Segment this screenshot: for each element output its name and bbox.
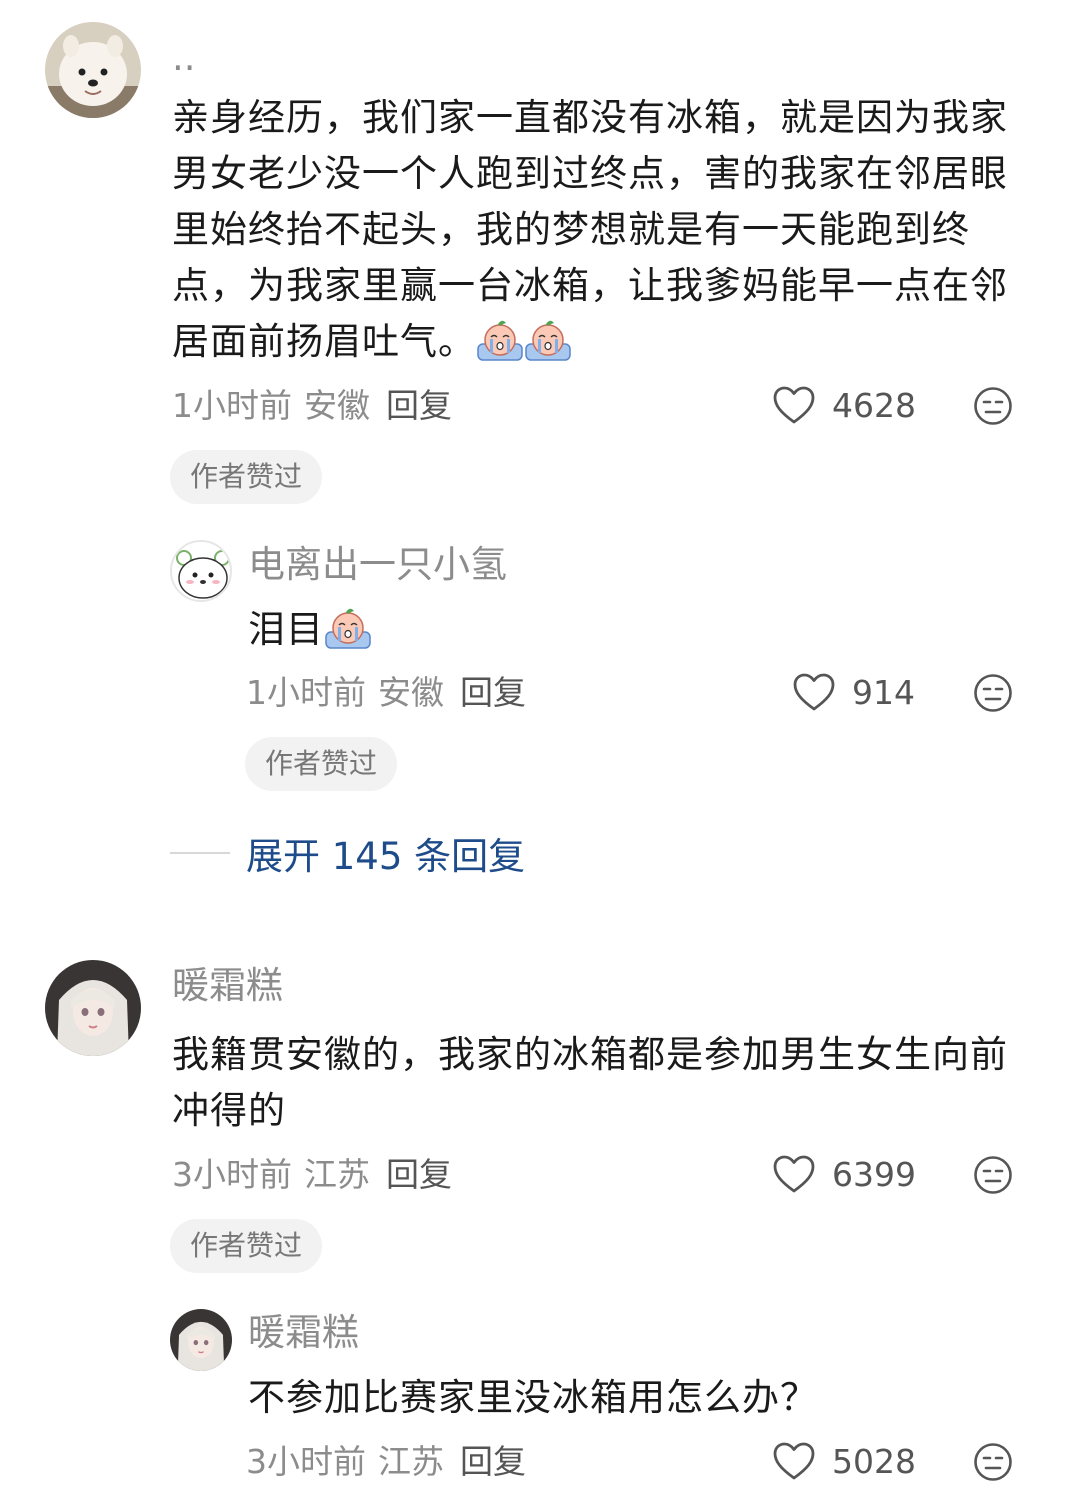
reply-button[interactable]: 回复: [460, 1442, 526, 1481]
reply-text-content: 不参加比赛家里没冰箱用怎么办？: [248, 1376, 818, 1419]
reply-username[interactable]: 暖霜糕: [248, 1311, 359, 1355]
expand-replies-button[interactable]: 展开 145 条回复: [170, 826, 525, 880]
reply-location: 江苏: [378, 1442, 444, 1481]
comment-text: 我籍贯安徽的，我家的冰箱都是参加男生女生向前冲得的: [172, 1027, 1022, 1139]
author-liked-badge: 作者赞过: [170, 450, 323, 504]
like-count: 4628: [832, 385, 916, 425]
reply-location: 安徽: [378, 673, 444, 712]
heart-icon: [772, 1154, 816, 1194]
comment-time: 3小时前: [172, 1155, 292, 1194]
reply-button[interactable]: 回复: [386, 1155, 452, 1194]
heart-icon: [772, 1441, 816, 1481]
author-liked-badge: 作者赞过: [170, 1219, 323, 1273]
reply-button[interactable]: 回复: [386, 386, 452, 425]
anime-girl-avatar[interactable]: [170, 1309, 232, 1371]
reply-text-content: 泪目: [248, 608, 324, 651]
crying-emoji-icon: [524, 316, 572, 380]
author-liked-badge: 作者赞过: [245, 737, 398, 791]
reply-time: 3小时前: [246, 1442, 366, 1481]
dislike-face-icon[interactable]: [973, 1442, 1013, 1482]
like-button[interactable]: 5028: [772, 1441, 916, 1481]
reply-text: 不参加比赛家里没冰箱用怎么办？: [248, 1370, 1008, 1426]
reply-meta: 3小时前 江苏 回复: [246, 1442, 526, 1482]
dislike-face-icon[interactable]: [973, 386, 1013, 426]
reply-text: 泪目: [248, 602, 1008, 668]
like-button[interactable]: 914: [792, 672, 915, 712]
reply-username[interactable]: 电离出一只小氢: [248, 543, 507, 587]
comment-text-content: 亲身经历，我们家一直都没有冰箱，就是因为我家男女老少没一个人跑到过终点，害的我家…: [172, 96, 1008, 363]
expand-replies-label[interactable]: 展开 145 条回复: [246, 826, 525, 880]
comment-username[interactable]: ..: [172, 36, 196, 80]
reply-time: 1小时前: [246, 673, 366, 712]
divider-line: [170, 852, 230, 854]
like-button[interactable]: 6399: [772, 1154, 916, 1194]
comment-text-content: 我籍贯安徽的，我家的冰箱都是参加男生女生向前冲得的: [172, 1033, 1008, 1132]
like-count: 914: [852, 672, 915, 712]
comment-location: 江苏: [304, 1155, 370, 1194]
dislike-face-icon[interactable]: [973, 1155, 1013, 1195]
like-count: 5028: [832, 1441, 916, 1481]
reply-button[interactable]: 回复: [460, 673, 526, 712]
white-bear-avatar[interactable]: [170, 540, 232, 602]
comment-meta: 1小时前 安徽 回复: [172, 386, 452, 426]
comment-meta: 3小时前 江苏 回复: [172, 1155, 452, 1195]
comment-username[interactable]: 暖霜糕: [172, 964, 283, 1008]
heart-icon: [792, 672, 836, 712]
heart-icon: [772, 385, 816, 425]
samoyed-dog-avatar[interactable]: [45, 22, 141, 118]
like-button[interactable]: 4628: [772, 385, 916, 425]
crying-emoji-icon: [324, 604, 372, 668]
anime-girl-avatar[interactable]: [45, 960, 141, 1056]
comment-text: 亲身经历，我们家一直都没有冰箱，就是因为我家男女老少没一个人跑到过终点，害的我家…: [172, 90, 1022, 380]
comment-time: 1小时前: [172, 386, 292, 425]
comment-location: 安徽: [304, 386, 370, 425]
like-count: 6399: [832, 1154, 916, 1194]
reply-meta: 1小时前 安徽 回复: [246, 673, 526, 713]
dislike-face-icon[interactable]: [973, 673, 1013, 713]
crying-emoji-icon: [476, 316, 524, 380]
